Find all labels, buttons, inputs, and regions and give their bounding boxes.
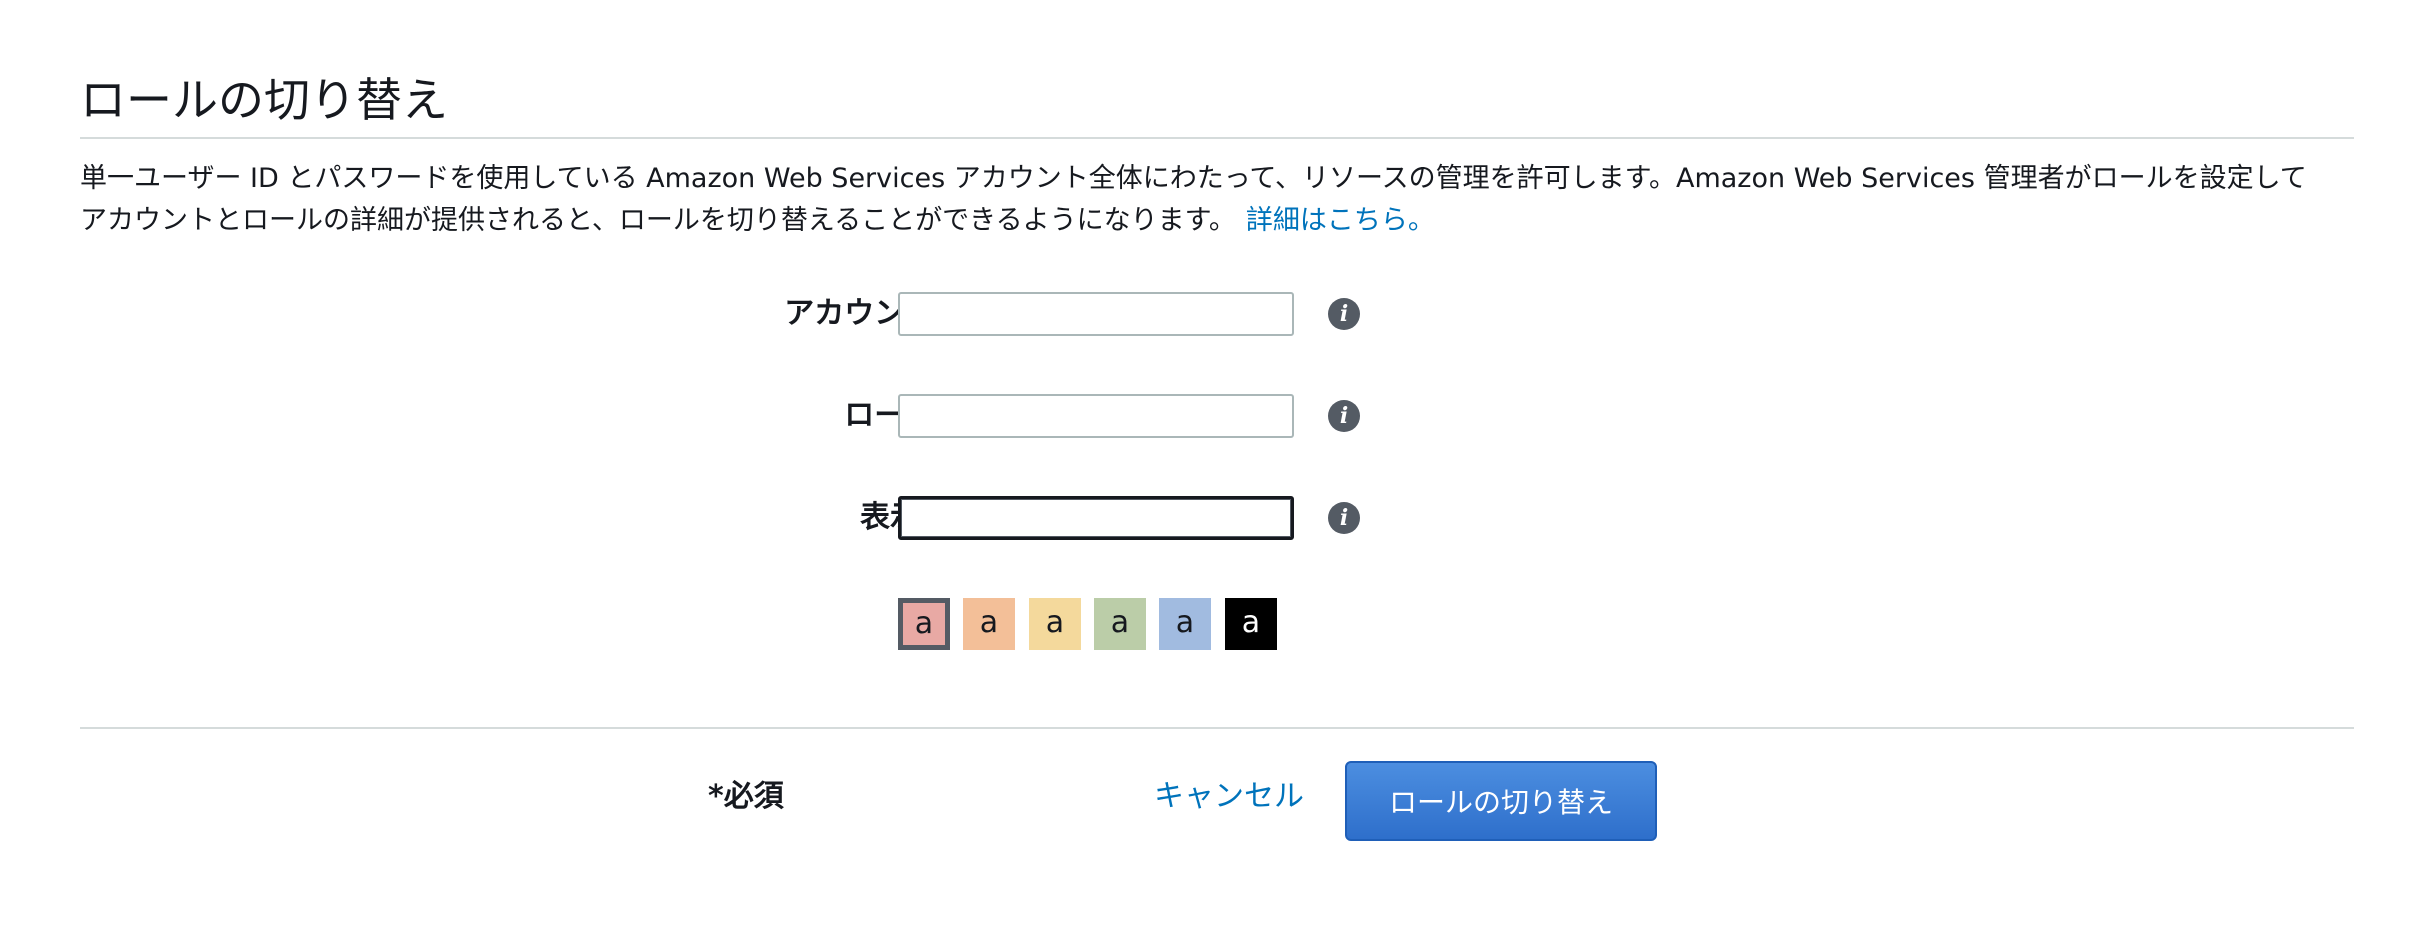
color-swatch-1[interactable]: a	[898, 598, 950, 650]
account-input[interactable]	[898, 292, 1294, 336]
footer-divider	[80, 727, 2354, 729]
description-line-2: アカウントとロールの詳細が提供されると、ロールを切り替えることができるようになり…	[80, 200, 2354, 242]
color-swatch-3[interactable]: a	[1029, 598, 1081, 650]
role-input[interactable]	[898, 394, 1294, 438]
title-divider	[80, 137, 2354, 139]
account-info-icon[interactable]: i	[1328, 298, 1360, 330]
page-description: 単一ユーザー ID とパスワードを使用している Amazon Web Servi…	[80, 158, 2354, 242]
color-swatch-5[interactable]: a	[1159, 598, 1211, 650]
switch-role-page: ロールの切り替え 単一ユーザー ID とパスワードを使用している Amazon …	[80, 0, 2354, 950]
description-line-2-text: アカウントとロールの詳細が提供されると、ロールを切り替えることができるようになり…	[80, 205, 1236, 236]
learn-more-link[interactable]: 詳細はこちら。	[1246, 205, 1435, 236]
cancel-link[interactable]: キャンセル	[1154, 776, 1304, 818]
color-swatch-6[interactable]: a	[1225, 598, 1277, 650]
description-line-1: 単一ユーザー ID とパスワードを使用している Amazon Web Servi…	[80, 163, 2307, 194]
display-name-input[interactable]	[898, 496, 1294, 540]
required-note: *必須	[708, 779, 784, 814]
page-title: ロールの切り替え	[80, 73, 448, 127]
role-info-icon[interactable]: i	[1328, 400, 1360, 432]
color-swatch-2[interactable]: a	[963, 598, 1015, 650]
display-name-info-icon[interactable]: i	[1328, 502, 1360, 534]
color-swatch-4[interactable]: a	[1094, 598, 1146, 650]
switch-role-button[interactable]: ロールの切り替え	[1345, 761, 1657, 841]
